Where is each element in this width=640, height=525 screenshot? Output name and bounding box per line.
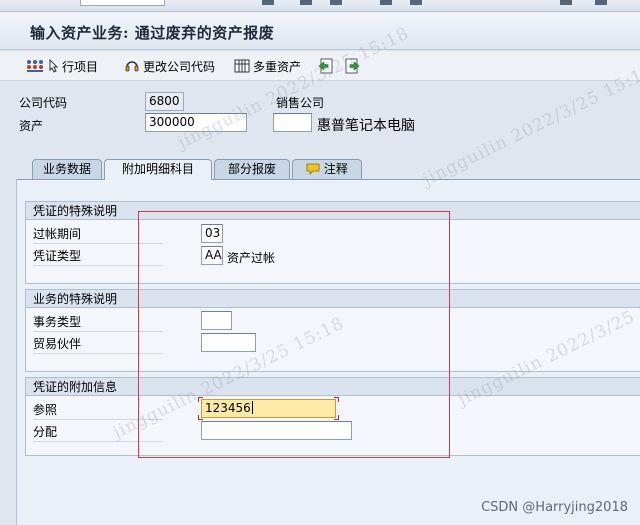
- tab-label: 部分报废: [227, 162, 276, 176]
- focus-corner: [334, 397, 339, 402]
- posting-period-label: 过帐期间: [33, 226, 163, 244]
- toolbar-icon[interactable]: [560, 0, 572, 5]
- toolbar-icon[interactable]: [410, 0, 422, 5]
- tab-additional-details[interactable]: 附加明细科目: [104, 159, 212, 180]
- asset-description: 惠普笔记本电脑: [317, 118, 415, 134]
- trans-type-label: 事务类型: [33, 314, 163, 332]
- tab-business-data[interactable]: 业务数据: [32, 159, 102, 179]
- application-toolbar: 行项目 更改公司代码 多重资产: [0, 51, 640, 81]
- company-code-label: 公司代码: [19, 96, 68, 110]
- trading-partner-label: 贸易伙伴: [33, 336, 163, 354]
- doc-type-text: 资产过帐: [227, 251, 276, 265]
- trans-type-row: 事务类型: [26, 312, 640, 332]
- doc-special-group: 凭证的特殊说明 过帐期间 凭证类型: [25, 201, 640, 284]
- table-icon: [234, 59, 250, 73]
- trans-special-group: 业务的特殊说明 事务类型 贸易伙伴: [25, 289, 640, 372]
- sales-company-field[interactable]: [273, 113, 312, 132]
- assignment-field[interactable]: [201, 421, 352, 440]
- toolbar-icon[interactable]: [300, 0, 312, 5]
- reference-label: 参照: [33, 402, 163, 420]
- group-title: 凭证的特殊说明: [26, 202, 640, 220]
- group-title: 业务的特殊说明: [26, 290, 640, 308]
- focus-corner: [198, 397, 203, 402]
- toolbar-icon[interactable]: [330, 0, 342, 5]
- text-cursor: [251, 401, 253, 414]
- line-items-label: 行项目: [62, 59, 99, 74]
- tab-label: 附加明细科目: [121, 162, 194, 176]
- title-bar: 输入资产业务: 通过废弃的资产报废: [0, 12, 640, 50]
- doc-type-field[interactable]: AA: [201, 246, 223, 265]
- tab-notes[interactable]: 注释: [292, 159, 362, 179]
- posting-period-row: 过帐期间: [26, 224, 640, 244]
- trading-partner-row: 贸易伙伴: [26, 334, 640, 354]
- pointer-icon: [49, 59, 59, 73]
- doc-type-row: 凭证类型: [26, 246, 640, 266]
- sales-company-label: 销售公司: [276, 96, 325, 110]
- posting-period-field[interactable]: 03: [201, 224, 223, 243]
- tab-label: 业务数据: [42, 162, 91, 176]
- credit-text: CSDN @Harryjing2018: [481, 500, 628, 515]
- reference-value: 123456: [205, 401, 251, 415]
- page-title: 输入资产业务: 通过废弃的资产报废: [30, 24, 275, 42]
- line-items-button[interactable]: 行项目: [26, 57, 98, 75]
- reference-field[interactable]: 123456: [201, 399, 336, 418]
- asset-field[interactable]: 300000: [145, 113, 247, 132]
- company-code-field[interactable]: 6800: [145, 92, 184, 111]
- tab-partial-retirement[interactable]: 部分报废: [214, 159, 290, 179]
- tab-label: 注释: [323, 162, 348, 176]
- system-toolbar: [0, 0, 640, 12]
- trans-type-field[interactable]: [201, 311, 232, 330]
- grid-icon: [27, 60, 43, 72]
- assignment-label: 分配: [33, 424, 163, 442]
- change-company-code-button[interactable]: 更改公司代码: [124, 57, 215, 75]
- change-company-code-label: 更改公司代码: [143, 59, 216, 74]
- note-icon: [306, 163, 320, 175]
- toolbar-icon[interactable]: [595, 0, 607, 5]
- focus-corner: [334, 415, 339, 420]
- next-button[interactable]: [344, 57, 360, 75]
- multiple-assets-button[interactable]: 多重资产: [234, 57, 301, 75]
- arrow-right-icon: [345, 58, 360, 74]
- group-title: 凭证的附加信息: [26, 378, 640, 396]
- command-field[interactable]: [80, 0, 165, 6]
- multiple-assets-label: 多重资产: [253, 59, 302, 74]
- headset-icon: [125, 61, 139, 72]
- focus-corner: [198, 415, 203, 420]
- asset-label: 资产: [19, 119, 44, 133]
- toolbar-icon[interactable]: [262, 0, 274, 5]
- previous-button[interactable]: [318, 57, 334, 75]
- doc-type-label: 凭证类型: [33, 248, 163, 266]
- trading-partner-field[interactable]: [201, 333, 256, 352]
- toolbar-icon[interactable]: [380, 0, 392, 5]
- arrow-left-icon: [318, 58, 333, 74]
